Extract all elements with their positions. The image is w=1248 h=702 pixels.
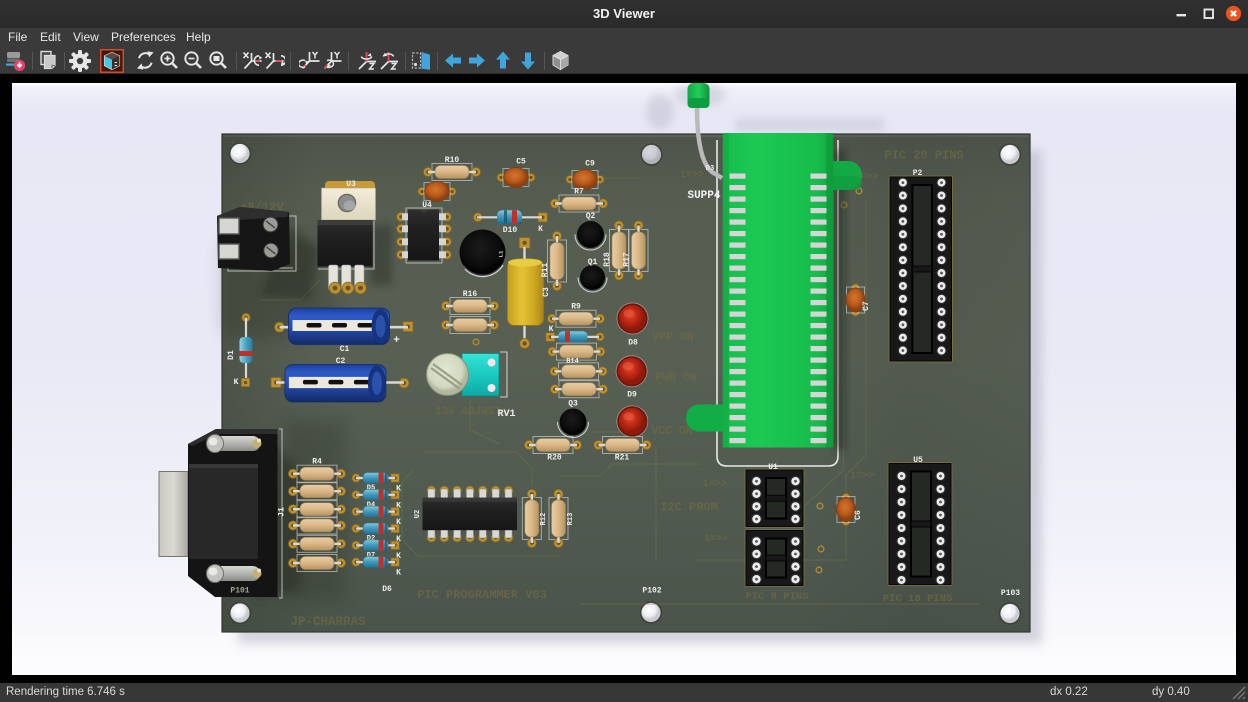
svg-text:RV1: RV1 [497,409,515,420]
svg-text:1=>>: 1=>> [680,170,704,181]
svg-text:K: K [549,325,554,334]
svg-text:U4: U4 [422,201,432,210]
svg-text:C1: C1 [340,345,350,354]
svg-text:C2: C2 [336,357,346,366]
svg-text:1=>>: 1=>> [850,471,874,482]
svg-text:SUPP4: SUPP4 [687,190,720,202]
svg-text:K: K [396,569,401,578]
svg-text:R20: R20 [547,454,562,463]
svg-text:PIC PROGRAMMER V03: PIC PROGRAMMER V03 [417,588,547,602]
svg-text:C9: C9 [585,160,595,169]
svg-text:R12: R12 [540,513,548,526]
svg-text:R13: R13 [567,513,575,526]
svg-text:D6: D6 [382,585,392,594]
svg-text:R7: R7 [574,188,584,197]
svg-text:D9: D9 [627,391,637,400]
svg-text:K: K [234,378,239,387]
svg-text:D10: D10 [503,226,518,235]
svg-text:JP-CHARRAS: JP-CHARRAS [290,615,366,629]
svg-text:D8: D8 [628,339,638,348]
svg-text:1=>>: 1=>> [704,534,728,545]
svg-text:U5: U5 [913,456,923,465]
svg-text:U3: U3 [346,180,356,189]
svg-text:1=>>: 1=>> [703,479,727,490]
svg-text:D3: D3 [706,165,714,173]
svg-text:C6: C6 [854,510,863,520]
svg-text:PIC 28 PINS: PIC 28 PINS [884,149,963,163]
svg-text:I2C PROM: I2C PROM [660,501,718,515]
svg-text:Q3: Q3 [568,400,578,409]
svg-text:R21: R21 [615,454,630,463]
svg-text:P2: P2 [913,169,923,178]
svg-text:U1: U1 [768,463,778,472]
svg-text:P103: P103 [1001,589,1020,598]
svg-text:R17: R17 [623,252,632,267]
svg-text:J1: J1 [278,507,287,517]
svg-text:R4: R4 [312,458,322,467]
svg-text:PIC 8 PINS: PIC 8 PINS [745,591,808,603]
svg-text:VCC ON: VCC ON [651,425,693,438]
svg-text:K: K [538,225,543,234]
svg-text:R18: R18 [603,252,612,267]
svg-text:PIC 18 PINS: PIC 18 PINS [883,593,952,605]
svg-text:PWR ON: PWR ON [655,372,697,385]
svg-text:R16: R16 [463,290,478,299]
svg-text:C3: C3 [542,287,551,297]
svg-text:L1: L1 [498,250,505,257]
svg-text:R9: R9 [571,303,581,312]
svg-text:Q2: Q2 [586,212,596,221]
svg-text:R10: R10 [445,156,460,165]
svg-text:VPP ON: VPP ON [652,331,694,344]
svg-text:Q1: Q1 [588,258,598,267]
svg-text:P101: P101 [230,587,249,596]
svg-text:R11: R11 [541,263,550,278]
svg-text:P102: P102 [642,587,661,596]
svg-text:C7: C7 [862,301,871,311]
svg-text:C5: C5 [516,158,526,167]
svg-text:+: + [393,335,400,347]
svg-text:D1: D1 [227,350,236,360]
svg-text:13V ADJUST: 13V ADJUST [435,406,501,418]
svg-text:U2: U2 [414,510,422,518]
svg-text:=>>: =>> [860,172,878,183]
